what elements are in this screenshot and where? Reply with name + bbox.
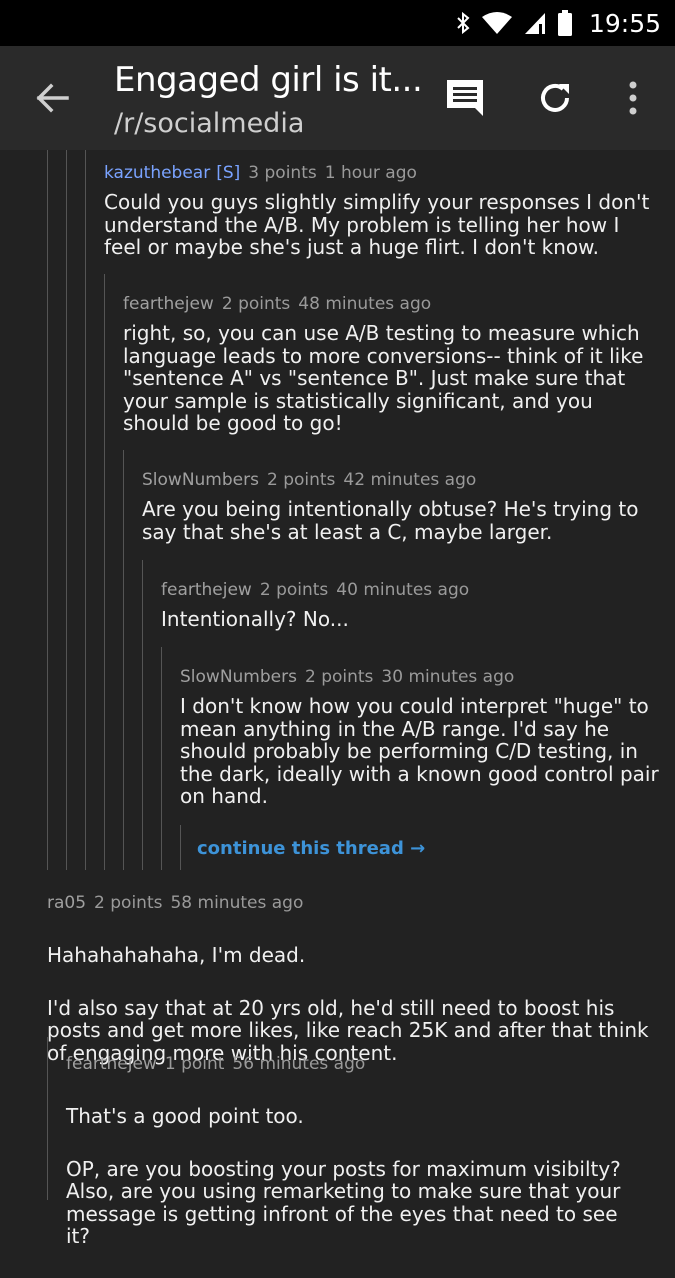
comment-age: 48 minutes ago [298,294,432,314]
title-block: Engaged girl is it... /r/socialmedia [114,58,434,142]
page-title: Engaged girl is it... [114,60,423,100]
app-bar: Engaged girl is it... /r/socialmedia [0,46,675,150]
comment: SlowNumbers 2 points 30 minutes ago I don'… [180,667,660,808]
comment-meta: ra05 2 points 58 minutes ago [47,893,657,913]
thread-indent-line [123,450,124,870]
thread-indent-line [85,150,86,870]
battery-icon [557,10,573,36]
comment-points: 3 points [248,163,317,183]
thread-indent-line [161,647,162,870]
comment: kazuthebear [S] 3 points 1 hour ago Could y… [104,163,659,259]
thread-indent-line [142,560,143,870]
status-time: 19:55 [588,8,661,38]
arrow-back-icon [36,83,69,113]
comment: fearthejew 2 points 48 minutes ago right, … [123,294,663,435]
comment-meta: SlowNumbers 2 points 42 minutes ago [142,470,652,490]
wifi-icon [481,11,513,35]
more-vert-icon [629,81,637,115]
status-bar: 19:55 [0,0,675,46]
subreddit-name[interactable]: /r/socialmedia [114,106,434,142]
submitter-tag: [S] [216,163,241,183]
thread-indent-line [180,825,181,870]
comment-age: 58 minutes ago [170,893,304,913]
status-icons: 19:55 [455,0,661,46]
comment-author[interactable]: SlowNumbers [142,470,259,490]
comment-body: That's a good point too. OP, are you boo… [66,1082,646,1278]
comment-meta: fearthejew 2 points 40 minutes ago [161,580,651,600]
comment-age: 42 minutes ago [343,470,477,490]
thread-indent-line [66,150,67,870]
comment-points: 2 points [94,893,163,913]
signal-icon [523,11,547,35]
comment-meta: fearthejew 2 points 48 minutes ago [123,294,663,314]
comment-points: 2 points [221,294,291,314]
continue-thread-link[interactable]: continue this thread → [197,838,425,859]
refresh-icon [541,83,569,112]
comment-age: 30 minutes ago [381,667,515,687]
back-button[interactable] [30,76,74,120]
bluetooth-icon [455,11,471,35]
comment-author[interactable]: kazuthebear [104,163,210,183]
comment: SlowNumbers 2 points 42 minutes ago Are yo… [142,470,652,543]
refresh-button[interactable] [531,74,579,122]
comment-body: Intentionally? No... [161,607,349,631]
comment-age: 40 minutes ago [336,580,470,600]
thread-indent-line [104,274,105,870]
comment-author[interactable]: fearthejew [123,294,214,314]
comment-points: 2 points [266,470,336,490]
comment-body: I don't know how you could interpret "hu… [180,694,659,808]
comment-thread: kazuthebear [S] 3 points 1 hour ago Could y… [0,150,675,1247]
comment-body: Could you guys slightly simplify your re… [104,190,650,259]
comment-author[interactable]: fearthejew [66,1054,157,1074]
comment-paragraph: OP, are you boosting your posts for maxi… [66,1156,621,1248]
comment: fearthejew 1 point 56 minutes ago That's a… [66,1054,646,1278]
comments-button[interactable] [441,74,489,122]
more-options-button[interactable] [609,74,657,122]
comment-body: Are you being intentionally obtuse? He's… [142,497,639,544]
comment-points: 2 points [304,667,374,687]
comment-age: 56 minutes ago [232,1054,366,1074]
comment-meta: kazuthebear [S] 3 points 1 hour ago [104,163,659,183]
comment-author[interactable]: SlowNumbers [180,667,297,687]
comment-meta: SlowNumbers 2 points 30 minutes ago [180,667,660,687]
comment-body: right, so, you can use A/B testing to me… [123,321,644,435]
thread-indent-line [47,150,48,870]
comments-icon [447,80,483,116]
comment-meta: fearthejew 1 point 56 minutes ago [66,1054,646,1074]
comment-age: 1 hour ago [324,163,417,183]
comment-author[interactable]: ra05 [47,893,86,913]
comment-paragraph: Hahahahahaha, I'm dead. [47,942,306,967]
comment-paragraph: That's a good point too. [66,1103,304,1128]
comment: fearthejew 2 points 40 minutes ago Intenti… [161,580,651,631]
comment-points: 2 points [259,580,329,600]
comment-author[interactable]: fearthejew [161,580,252,600]
comment-points: 1 point [164,1054,225,1074]
